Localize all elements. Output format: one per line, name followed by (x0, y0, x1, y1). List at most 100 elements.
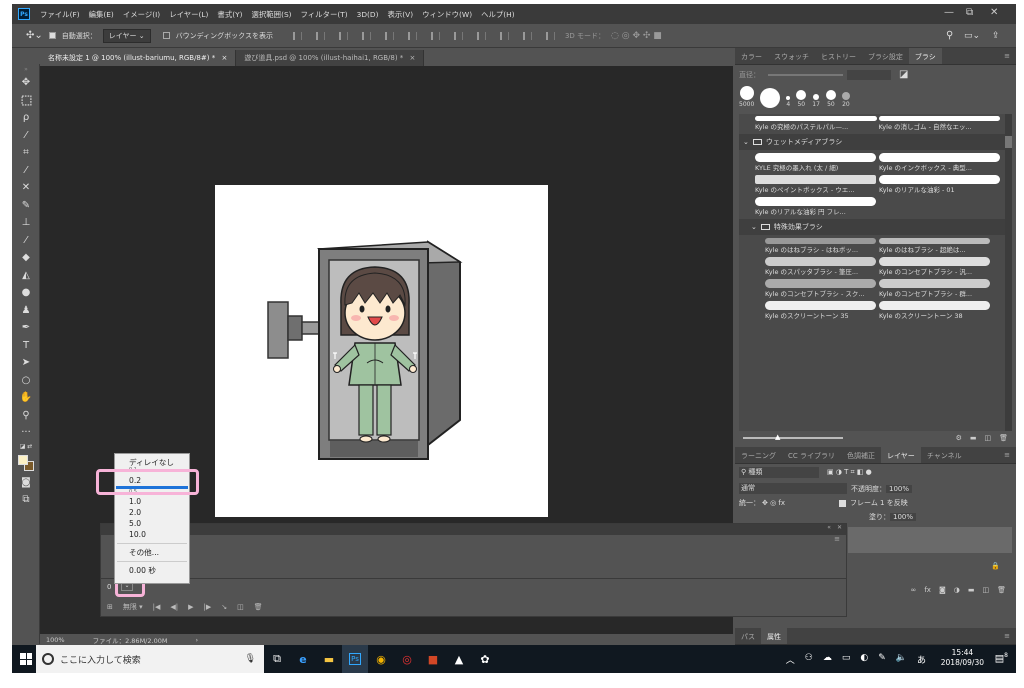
tab-cc-libraries[interactable]: CC ライブラリ (782, 447, 841, 463)
distribute-middle-icon[interactable] (453, 31, 463, 40)
brush-item[interactable]: Kyle のスクリーントーン 38 (879, 310, 990, 320)
menu-item-no-delay[interactable]: ディレイなし (115, 457, 189, 468)
brush-preview-slider[interactable]: ▲ (743, 433, 843, 441)
preset-1[interactable]: 5000 (739, 86, 754, 108)
distribute-top-icon[interactable] (430, 31, 440, 40)
menu-image[interactable]: イメージ(I) (123, 9, 160, 20)
lasso-tool-icon[interactable]: ρ (12, 109, 40, 127)
more-tools-icon[interactable]: ··· (12, 424, 40, 442)
align-left-icon[interactable] (361, 31, 371, 40)
screen-mode-icon[interactable]: ⧉ (12, 491, 40, 509)
people-icon[interactable]: ⚇ (805, 653, 813, 666)
brush-item[interactable]: Kyle のはねブラシ - 超絶は... (879, 244, 990, 254)
share-icon[interactable]: ⇪ (992, 31, 1000, 41)
brush-item[interactable]: Kyle のはねブラシ - はねボッ... (765, 244, 876, 254)
chrome-icon[interactable]: ◉ (368, 645, 394, 673)
distribute-bottom-icon[interactable] (476, 31, 486, 40)
panel-collapse-icon[interactable]: » (12, 64, 40, 74)
convert-timeline-icon[interactable]: ⊞ (107, 603, 113, 611)
document-canvas[interactable] (215, 185, 548, 517)
move-tool-icon[interactable]: ✣⌄ (26, 30, 43, 41)
photos-icon[interactable]: ▲ (446, 645, 472, 673)
edge-icon[interactable]: e (290, 645, 316, 673)
brush-item[interactable]: KYLE 究極の墨入れ (太 / 細) (755, 162, 876, 172)
menu-item-10-0[interactable]: 10.0 (115, 529, 189, 540)
tab-brush-settings[interactable]: ブラシ設定 (862, 48, 909, 64)
eraser-tool-icon[interactable]: ◆ (12, 249, 40, 267)
tab-layers[interactable]: レイヤー (881, 447, 921, 463)
new-layer-icon[interactable]: ◫ (982, 586, 989, 594)
brush-item[interactable]: Kyle のインクボックス - 典型... (879, 162, 1000, 172)
brush-settings-icon[interactable]: ⚙ (956, 434, 962, 442)
pen-tool-icon[interactable]: ✒ (12, 319, 40, 337)
history-brush-tool-icon[interactable]: ⁄ (12, 232, 40, 250)
align-bottom-icon[interactable] (338, 31, 348, 40)
menu-item-2-0[interactable]: 2.0 (115, 507, 189, 518)
size-input[interactable] (847, 69, 891, 80)
blend-mode-select[interactable]: 通常 (739, 483, 847, 494)
swap-colors-icon[interactable]: ◪ ⇄ (12, 442, 40, 452)
menu-view[interactable]: 表示(V) (387, 9, 413, 20)
chevron-up-icon[interactable]: ︿ (786, 653, 795, 666)
brush-item[interactable]: Kyle のコンセプトブラシ - スク... (765, 288, 876, 298)
photoshop-taskbar-icon[interactable]: Ps (342, 645, 368, 673)
status-expand-icon[interactable]: › (195, 636, 198, 644)
new-brush-icon[interactable]: ◪ (899, 69, 908, 80)
bounding-box-checkbox[interactable] (162, 32, 170, 39)
explorer-icon[interactable]: ▬ (316, 645, 342, 673)
tab-history[interactable]: ヒストリー (815, 48, 862, 64)
layer-row[interactable]: 🔒 (848, 554, 1012, 580)
microphone-icon[interactable]: 🎙 (245, 654, 256, 664)
panel-menu-icon[interactable]: ≡ (834, 535, 840, 549)
menu-filter[interactable]: フィルター(T) (301, 9, 348, 20)
frame-delay[interactable]: 0 (107, 583, 111, 591)
collapse-icon[interactable]: « (827, 524, 831, 535)
next-frame-icon[interactable]: |▶ (204, 603, 212, 611)
zoom-tool-icon[interactable]: ⚲ (12, 407, 40, 425)
tab-document-1[interactable]: 名称未設定 1 @ 100% (illust-bariumu, RGB/8#) … (40, 50, 237, 66)
size-slider[interactable] (768, 73, 843, 76)
folder-wet-media[interactable]: ⌄ ウェットメディアブラシ (739, 134, 1012, 150)
tween-icon[interactable]: ↘ (221, 603, 227, 611)
close-window-button[interactable]: ✕ (990, 7, 998, 18)
menu-select[interactable]: 選択範囲(S) (252, 9, 292, 20)
delete-frame-icon[interactable]: 🗑 (254, 603, 263, 611)
first-frame-icon[interactable]: |◀ (153, 603, 161, 611)
align-top-icon[interactable] (292, 31, 302, 40)
close-icon[interactable]: × (410, 54, 416, 62)
auto-select-checkbox[interactable] (48, 32, 56, 39)
network-icon[interactable]: ◐ (860, 653, 868, 666)
distribute-left-icon[interactable] (499, 31, 509, 40)
taskbar-search[interactable]: ここに入力して検索 🎙 (36, 645, 264, 673)
pen-icon[interactable]: ✎ (878, 653, 886, 666)
panel-menu-icon[interactable]: ≡ (998, 628, 1016, 644)
auto-align-icon[interactable] (545, 31, 555, 40)
quick-select-tool-icon[interactable]: ⁄ (12, 127, 40, 145)
brush-item[interactable]: Kyle のスパッタブラシ - 筆圧... (765, 266, 876, 276)
notification-icon[interactable]: ▤8 (995, 652, 1008, 664)
ime-indicator[interactable]: あ (917, 653, 926, 666)
brush-item[interactable]: Kyle のリアルな油彩 - 01 (879, 184, 1000, 194)
close-icon[interactable]: ✕ (837, 524, 842, 535)
distribute-center-icon[interactable] (522, 31, 532, 40)
layer-row[interactable] (848, 527, 1012, 553)
menu-window[interactable]: ウィンドウ(W) (422, 9, 472, 20)
minimize-button[interactable]: — (944, 7, 954, 18)
brush-item[interactable]: Kyle の消しゴム - 自然なエッ... (879, 121, 1001, 131)
menu-item-current[interactable]: 0.00 秒 (115, 565, 189, 576)
menu-help[interactable]: ヘルプ(H) (481, 9, 515, 20)
menu-file[interactable]: ファイル(F) (40, 9, 80, 20)
shape-tool-icon[interactable]: ○ (12, 372, 40, 390)
volume-icon[interactable]: 🔈 (896, 653, 907, 666)
brush-item[interactable]: Kyle の究極のパステルパル—... (755, 121, 877, 131)
new-brush-footer-icon[interactable]: ◫ (984, 434, 991, 442)
menu-item-other[interactable]: その他... (115, 547, 189, 558)
restore-button[interactable]: ⧉ (966, 7, 973, 18)
tab-color[interactable]: カラー (735, 48, 768, 64)
new-group-icon[interactable]: ▬ (970, 434, 977, 442)
hand-tool-icon[interactable]: ✋ (12, 389, 40, 407)
brush-item[interactable]: Kyle のリアルな油彩 円 フレ... (755, 206, 876, 216)
creative-cloud-icon[interactable]: ◎ (394, 645, 420, 673)
preset-4[interactable]: 50 (796, 90, 807, 108)
adjustment-icon[interactable]: ◑ (954, 586, 960, 594)
